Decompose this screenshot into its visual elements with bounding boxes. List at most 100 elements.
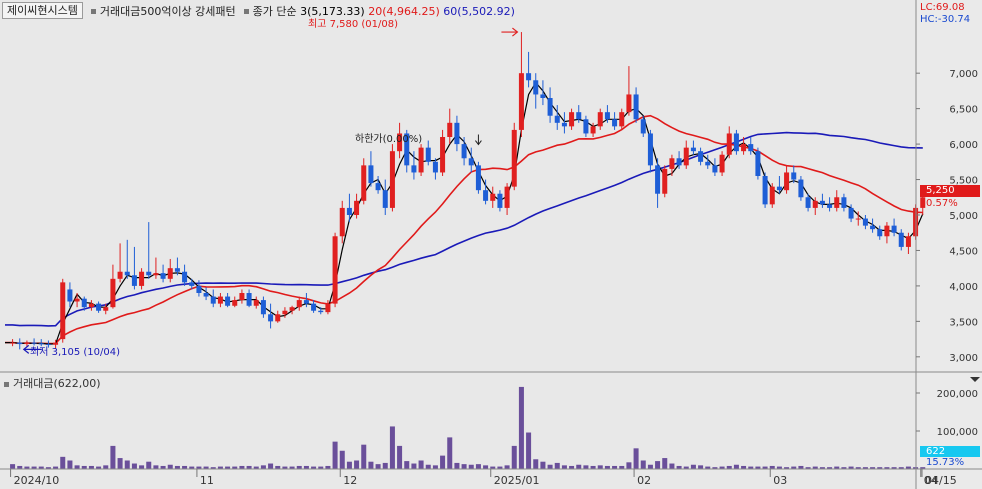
price-tick-label: 6,000: [949, 140, 978, 151]
price-tick-label: 3,000: [949, 353, 978, 364]
volume-bar: [117, 458, 123, 469]
candle-body: [705, 161, 711, 166]
hc-label: HC:-30.74: [920, 14, 971, 25]
ma-label: 종가 단순: [252, 4, 297, 18]
candle-body: [719, 154, 725, 173]
volume-bar: [361, 444, 367, 469]
volume-bar: [561, 465, 567, 469]
volume-bar: [655, 461, 661, 469]
time-tick-label: 2025/01: [494, 474, 540, 487]
candle-body: [375, 183, 381, 191]
time-tick-label: 04/15: [925, 474, 957, 487]
price-tick-label: 6,500: [949, 105, 978, 116]
candle-body: [755, 151, 761, 176]
volume-bar: [368, 461, 374, 469]
candle-body: [490, 193, 496, 201]
volume-bar: [103, 465, 109, 469]
candle-body: [447, 122, 453, 137]
candle-body: [791, 172, 797, 180]
candle-body: [67, 289, 73, 302]
chart-legend: 제이씨현시스템 거래대금500억이상 강세패턴 종가 단순 3(5,173.33…: [2, 2, 515, 19]
volume-bar: [389, 426, 395, 469]
candle-body: [683, 147, 689, 166]
candle-body: [862, 218, 868, 226]
candle-body: [153, 273, 159, 276]
candle-body: [655, 165, 661, 194]
volume-bar: [533, 459, 539, 469]
volume-tick-label: 200,000: [937, 389, 978, 400]
candle-body: [669, 158, 675, 169]
legend-square-icon: [4, 381, 9, 387]
volume-change: 15.73%: [926, 457, 965, 468]
volume-bar: [10, 464, 16, 469]
candle-body: [662, 168, 668, 194]
legend-square-icon: [90, 9, 96, 14]
time-tick-label: 2024/10: [14, 474, 60, 487]
volume-bar: [475, 464, 481, 469]
candle-body: [440, 137, 446, 173]
candle-body: [461, 144, 467, 159]
candle-body: [339, 207, 345, 237]
candle-body: [612, 119, 618, 127]
candle-body: [282, 310, 288, 315]
volume-bar: [425, 464, 431, 469]
candle-body: [103, 307, 109, 311]
stock-chart[interactable]: 3,0003,5004,0004,5005,0005,5006,0006,500…: [0, 0, 982, 489]
volume-bar: [461, 464, 467, 469]
candle-body: [898, 232, 904, 247]
volume-bar: [504, 465, 510, 469]
candle-body: [511, 129, 517, 187]
volume-bar: [626, 462, 632, 469]
volume-bar: [411, 463, 417, 469]
volume-bar: [404, 461, 410, 469]
candle-body: [526, 73, 532, 81]
candle-body: [819, 200, 825, 205]
candle-body: [805, 197, 811, 208]
candle-body: [318, 310, 324, 313]
candle-body: [225, 296, 231, 306]
candle-body: [10, 342, 16, 344]
candle-body: [117, 271, 123, 279]
candle-body: [303, 300, 309, 304]
volume-bar: [131, 463, 137, 469]
chart-background: [0, 0, 982, 489]
candle-body: [454, 122, 460, 145]
price-tick-label: 4,000: [949, 282, 978, 293]
time-tick-label: 02: [637, 474, 651, 487]
volume-bar: [167, 464, 173, 469]
volume-bar: [397, 445, 403, 469]
candle-body: [260, 300, 266, 315]
candle-body: [289, 307, 295, 311]
volume-legend: 거래대금(622,00): [4, 375, 101, 391]
volume-bar: [375, 464, 381, 469]
candle-body: [726, 133, 732, 155]
volume-bar: [547, 464, 553, 469]
candle-body: [812, 200, 818, 208]
candle-body: [583, 119, 589, 134]
candle-body: [741, 144, 747, 152]
volume-bar: [74, 465, 80, 469]
candle-body: [60, 282, 66, 340]
volume-bar: [468, 464, 474, 469]
volume-bar: [354, 460, 360, 469]
volume-bar: [597, 465, 603, 469]
candle-body: [540, 94, 546, 98]
volume-bar: [511, 445, 517, 469]
candle-body: [769, 186, 775, 205]
stock-name[interactable]: 제이씨현시스템: [2, 2, 83, 19]
candle-body: [196, 285, 202, 293]
candle-body: [174, 268, 180, 272]
candle-body: [855, 218, 861, 220]
candle-body: [590, 126, 596, 134]
candle-body: [182, 271, 188, 283]
candle-body: [131, 275, 137, 286]
volume-bar: [346, 461, 352, 469]
candle-body: [296, 300, 302, 308]
candle-body: [475, 165, 481, 191]
candle-body: [569, 112, 575, 127]
candle-body: [834, 197, 840, 208]
candle-body: [905, 236, 911, 247]
candle-body: [798, 179, 804, 198]
volume-bar: [633, 448, 639, 469]
volume-bar: [260, 465, 266, 469]
